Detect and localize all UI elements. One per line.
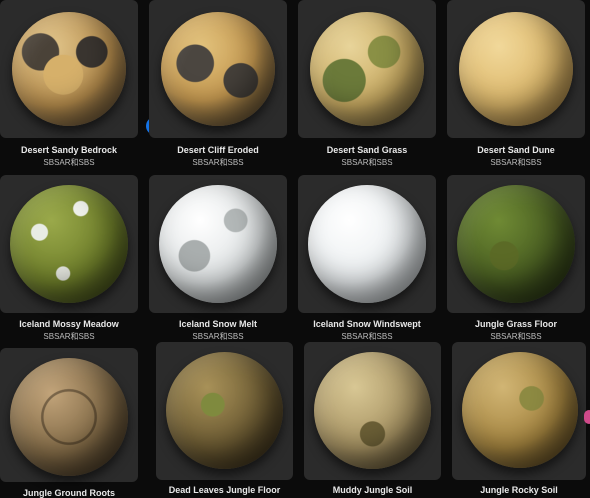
material-card-dead-leaves-jungle-floor[interactable] (156, 342, 293, 480)
scroll-indicator[interactable] (584, 410, 590, 424)
material-format: SBSAR和SBS (192, 332, 244, 341)
material-preview-sphere (10, 185, 128, 303)
material-card-iceland-snow-melt[interactable] (149, 175, 287, 313)
material-preview-sphere (10, 358, 128, 476)
material-card-iceland-snow-windswept[interactable] (298, 175, 436, 313)
material-preview-sphere (314, 352, 431, 469)
material-preview-sphere (12, 12, 126, 126)
material-format: SBSAR和SBS (341, 158, 393, 167)
material-preview-sphere (308, 185, 426, 303)
material-card-desert-sand-dune[interactable] (447, 0, 585, 138)
material-card-desert-sand-grass[interactable] (298, 0, 436, 138)
material-card-jungle-grass-floor[interactable] (447, 175, 585, 313)
material-title[interactable]: Desert Sand Grass (298, 145, 436, 155)
material-title[interactable]: Muddy Jungle Soil (304, 485, 441, 495)
material-title[interactable]: Desert Sandy Bedrock (0, 145, 138, 155)
material-title[interactable]: Jungle Ground Roots (0, 488, 138, 498)
material-format: SBSAR和SBS (43, 332, 95, 341)
material-format: SBSAR和SBS (43, 158, 95, 167)
material-card-jungle-rocky-soil[interactable] (452, 342, 586, 480)
material-format: SBSAR和SBS (490, 158, 542, 167)
material-format: SBSAR和SBS (341, 332, 393, 341)
material-card-jungle-ground-roots[interactable] (0, 348, 138, 482)
material-title[interactable]: Iceland Snow Windswept (298, 319, 436, 329)
material-title[interactable]: Desert Sand Dune (447, 145, 585, 155)
material-card-iceland-mossy-meadow[interactable] (0, 175, 138, 313)
material-card-desert-cliff-eroded[interactable] (149, 0, 287, 138)
material-title[interactable]: Iceland Mossy Meadow (0, 319, 138, 329)
material-preview-sphere (161, 12, 275, 126)
material-format: SBSAR和SBS (192, 158, 244, 167)
material-title[interactable]: Desert Cliff Eroded (149, 145, 287, 155)
material-title[interactable]: Jungle Grass Floor (447, 319, 585, 329)
material-title[interactable]: Jungle Rocky Soil (452, 485, 586, 495)
material-preview-sphere (457, 185, 575, 303)
material-preview-sphere (166, 352, 283, 469)
material-preview-sphere (462, 352, 578, 468)
material-preview-sphere (159, 185, 277, 303)
material-title[interactable]: Dead Leaves Jungle Floor (156, 485, 293, 495)
material-format: SBSAR和SBS (490, 332, 542, 341)
material-title[interactable]: Iceland Snow Melt (149, 319, 287, 329)
material-preview-sphere (459, 12, 573, 126)
material-preview-sphere (310, 12, 424, 126)
material-card-desert-sandy-bedrock[interactable] (0, 0, 164, 138)
material-card-muddy-jungle-soil[interactable] (304, 342, 441, 480)
